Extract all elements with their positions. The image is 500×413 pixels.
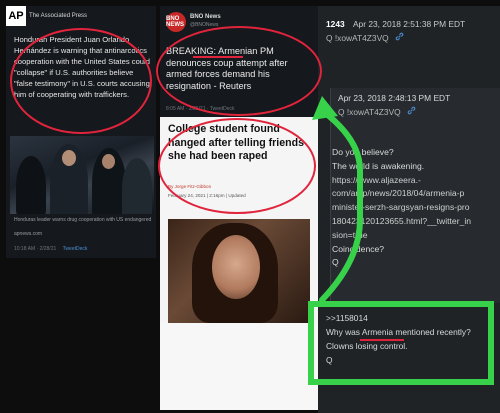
q-post2-date: Apr 23, 2018 2:48:13 PM EDT bbox=[338, 93, 451, 103]
q-body-line: Q bbox=[332, 257, 339, 268]
news-date: February 24, 2021 | 2:16pm | Updated bbox=[168, 193, 246, 198]
bno-logo: BNO NEWS bbox=[166, 12, 186, 32]
news-article-panel: College student found hanged after telli… bbox=[160, 117, 318, 410]
ap-footer: 10:18 AM · 2/28/21 TweetDeck bbox=[14, 246, 87, 252]
q-post2-body: Do you believe? The world is awakening. … bbox=[332, 146, 500, 270]
ap-time: 10:18 AM · 2/28/21 bbox=[14, 246, 57, 252]
q-body-line: Coincidence? bbox=[332, 243, 385, 254]
q-body-url[interactable]: 180423120123655.html?__twitter_in bbox=[332, 215, 500, 229]
ap-client: TweetDeck bbox=[62, 246, 88, 252]
q-post2-trip-row: Q !xowAT4Z3VQ bbox=[338, 106, 500, 120]
q-post-number: 1243 bbox=[326, 19, 345, 29]
q-reply-line: Why was Armenia mentioned recently? bbox=[326, 327, 471, 337]
bno-meta: 8:05 AM · 2/25/21 · TweetDeck bbox=[166, 106, 235, 112]
news-lower-area bbox=[160, 323, 318, 410]
bno-name: BNO News bbox=[190, 14, 221, 20]
q-post1-header: 1243 Apr 23, 2018 2:51:38 PM EDT bbox=[326, 18, 500, 32]
bno-tweet-panel: BNO NEWS BNO News @BNONews BREAKING: Arm… bbox=[160, 6, 318, 120]
q-body-line: The world is awakening. bbox=[332, 160, 425, 171]
q-body-url[interactable]: minister-serzh-sargsyan-resigns-pro bbox=[332, 201, 500, 215]
ap-photo-source: apnews.com bbox=[14, 231, 43, 237]
q-body-line: Do you believe? bbox=[332, 147, 394, 157]
news-photo bbox=[168, 219, 310, 323]
q-body-url[interactable]: com/amp/news/2018/04/armenia-p bbox=[332, 187, 500, 201]
ap-source-name: The Associated Press bbox=[29, 13, 88, 19]
news-byline: By Jorge Fitz-Gibbon bbox=[168, 184, 212, 189]
news-headline: College student found hanged after telli… bbox=[168, 123, 304, 162]
q-post1-trip-row: Q !xowAT4Z3VQ bbox=[326, 32, 500, 46]
ap-tweet-text: Honduran President Juan Orlando Hernánde… bbox=[14, 35, 150, 99]
link-icon[interactable] bbox=[395, 32, 404, 43]
collage: AP The Associated Press Honduran Preside… bbox=[0, 0, 500, 413]
link-icon[interactable] bbox=[407, 106, 416, 117]
q-reply-line: Clowns losing control. bbox=[326, 341, 408, 351]
bno-tweet-text: BREAKING: Armenian PM denounces coup att… bbox=[166, 46, 288, 91]
q-post2-trip: Q !xowAT4Z3VQ bbox=[338, 107, 401, 117]
q-reply-signature: Q bbox=[326, 355, 333, 365]
ap-tweet-panel: AP The Associated Press Honduran Preside… bbox=[6, 6, 156, 258]
q-reply-ref[interactable]: >>1158014 bbox=[326, 312, 500, 326]
q-posts-panel: 1243 Apr 23, 2018 2:51:38 PM EDT Q !xowA… bbox=[318, 6, 500, 413]
ap-logo: AP bbox=[6, 6, 26, 26]
ap-photo-caption: Honduras leader warns drug cooperation w… bbox=[14, 217, 152, 223]
bno-handle: @BNONews bbox=[190, 22, 219, 28]
q-body-url[interactable]: sion=true bbox=[332, 229, 500, 243]
q-post1-date: Apr 23, 2018 2:51:38 PM EDT bbox=[352, 19, 466, 29]
ap-header: AP The Associated Press bbox=[6, 6, 87, 26]
ap-photo bbox=[10, 136, 154, 214]
q-body-url[interactable]: https:// www.aljazeera.- bbox=[332, 174, 500, 188]
q-post1-trip: Q !xowAT4Z3VQ bbox=[326, 33, 389, 43]
